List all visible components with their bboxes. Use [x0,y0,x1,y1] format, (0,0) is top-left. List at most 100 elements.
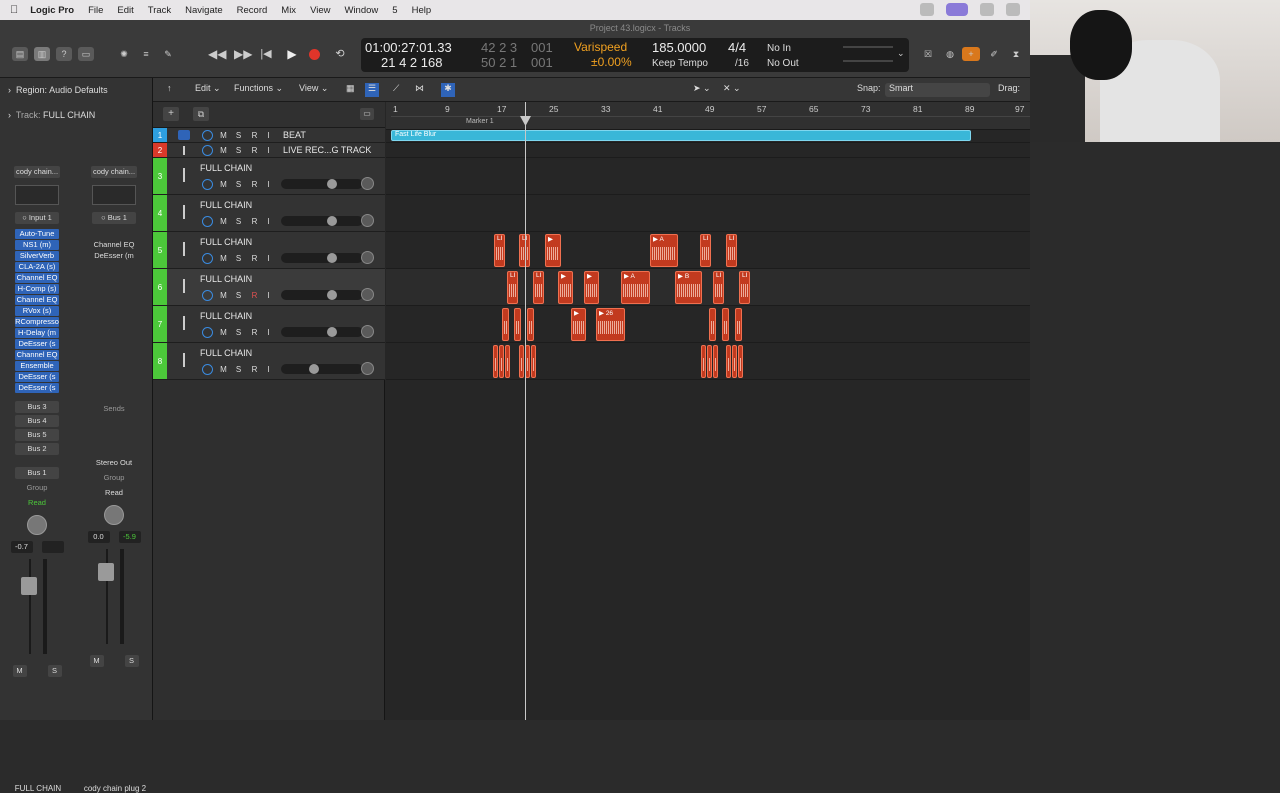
track-row-2[interactable]: 2 M S R I LIVE REC...G TRACK [153,143,385,158]
plugin-slot[interactable]: DeEsser (s [15,383,59,393]
volume-knob[interactable] [327,179,337,189]
pan-knob[interactable] [361,214,374,227]
pan-knob[interactable] [361,288,374,301]
record-enable-button[interactable]: R [249,179,260,190]
track-row-7[interactable]: 7 FULL CHAIN M S R I [153,306,385,343]
global-tracks-icon[interactable]: ▭ [360,108,374,120]
volume-knob[interactable] [327,216,337,226]
plugin-slot[interactable]: CLA-2A (s) [15,262,59,272]
strip1-output[interactable]: Bus 1 [15,467,59,479]
volume-knob[interactable] [327,327,337,337]
pencil-icon[interactable]: ✐ [986,47,1002,61]
plugin-slot[interactable]: DeEsser (m [92,251,136,261]
mute-button[interactable]: M [12,665,27,677]
volume-knob[interactable] [327,290,337,300]
plugin-slot[interactable]: NS1 (m) [15,240,59,250]
mute-button[interactable]: M [218,179,229,190]
lane-1[interactable]: Fast Life Blur [386,128,1030,143]
plugin-slot[interactable]: RVox (s) [15,306,59,316]
audio-region[interactable]: LI [739,271,750,304]
lane-5[interactable]: LI LI ▶ ▶ A LI LI [386,232,1030,269]
menu-view[interactable]: View [310,5,330,16]
volume-slider[interactable] [281,327,363,337]
audio-region[interactable]: ▶ [558,271,573,304]
solo-button[interactable]: S [47,665,62,677]
plugin-slot[interactable]: SilverVerb [15,251,59,261]
playhead[interactable] [525,102,526,720]
solo-button[interactable]: S [233,130,244,141]
mixer-icon[interactable]: ≡ [138,47,154,61]
volume-slider[interactable] [281,253,363,263]
strip2-fader[interactable] [84,549,144,649]
menu-file[interactable]: File [88,5,103,16]
count-in-icon[interactable]: + [962,47,980,61]
tuner-icon[interactable]: ◍ [942,47,958,61]
plugin-slot[interactable]: Auto-Tune [15,229,59,239]
edit-menu[interactable]: Edit ⌄ [195,83,221,97]
input-monitor-button[interactable]: I [263,179,274,190]
lcd-display[interactable]: 01:00:27:01.33 42 2 3 001 21 4 2 168 50 … [361,38,909,72]
power-icon[interactable] [202,253,213,264]
mute-button[interactable]: M [218,130,229,141]
volume-slider[interactable] [281,216,363,226]
pan-knob[interactable] [361,325,374,338]
strip2-pan-knob[interactable] [104,505,124,525]
solo-button[interactable]: S [124,655,139,667]
strip1-automation[interactable]: Read [15,497,59,509]
record-enable-button[interactable]: R [249,253,260,264]
menu-track[interactable]: Track [148,5,171,16]
menu-help[interactable]: Help [412,5,432,16]
strip2-input[interactable]: ○ Bus 1 [92,212,136,224]
mute-button[interactable]: M [218,290,229,301]
track-row-3[interactable]: 3 FULL CHAIN M S R I [153,158,385,195]
track-name[interactable]: FULL CHAIN [200,311,252,321]
lane-7[interactable]: ▶ ▶ 26 [386,306,1030,343]
audio-region[interactable]: ▶ A [650,234,678,267]
solo-button[interactable]: S [233,290,244,301]
track-row-5[interactable]: 5 FULL CHAIN M S R I [153,232,385,269]
power-icon[interactable] [202,290,213,301]
solo-button[interactable]: S [233,145,244,156]
plugin-slot[interactable]: DeEsser (s [15,372,59,382]
go-to-start-icon[interactable]: |◀ [258,47,274,61]
mute-button[interactable]: M [218,216,229,227]
audio-region[interactable] [499,345,504,378]
mute-button[interactable]: M [218,364,229,375]
audio-region[interactable] [732,345,737,378]
list-view-icon[interactable]: ☰ [365,83,379,97]
solo-button[interactable]: S [233,327,244,338]
plugin-slot[interactable]: RCompresso [15,317,59,327]
pan-knob[interactable] [361,251,374,264]
lane-6[interactable]: LI LI ▶ ▶ ▶ A ▶ B LI LI [386,269,1030,306]
lane-4[interactable] [386,195,1030,232]
plugin-slot[interactable]: H-Comp (s) [15,284,59,294]
power-icon[interactable] [202,216,213,227]
audio-region[interactable] [738,345,743,378]
strip1-fader[interactable] [7,559,67,659]
track-name[interactable]: FULL CHAIN [200,237,252,247]
volume-slider[interactable] [281,179,363,189]
functions-menu[interactable]: Functions ⌄ [234,83,283,97]
automation-icon[interactable]: ⟋ [393,83,399,97]
send-slot[interactable]: Bus 2 [15,443,59,455]
strip1-group[interactable]: Group [15,482,59,494]
marker-label[interactable]: Marker 1 [466,118,494,125]
audio-region[interactable] [722,308,729,341]
send-slot[interactable]: Bus 4 [15,415,59,427]
track-header[interactable]: › Track: FULL CHAIN [8,110,95,120]
strip1-pan-knob[interactable] [27,515,47,535]
strip2-setting[interactable]: cody chain... [91,166,137,178]
mute-button[interactable]: M [218,327,229,338]
input-monitor-button[interactable]: I [263,290,274,301]
plugin-slot[interactable]: Channel EQ [92,240,136,250]
lane-3[interactable] [386,158,1030,195]
metronome-icon[interactable]: ⧗ [1008,47,1024,61]
smart-controls-icon[interactable]: ✺ [116,47,132,61]
audio-region[interactable]: LI [726,234,737,267]
menu-5[interactable]: 5 [392,5,397,16]
arrange-area[interactable]: 1 9 17 25 33 41 49 57 65 73 81 89 97 Mar… [386,102,1030,720]
help-icon[interactable]: ? [56,47,72,61]
record-enable-button[interactable]: R [249,145,260,156]
solo-button[interactable]: S [233,364,244,375]
power-icon[interactable] [202,364,213,375]
